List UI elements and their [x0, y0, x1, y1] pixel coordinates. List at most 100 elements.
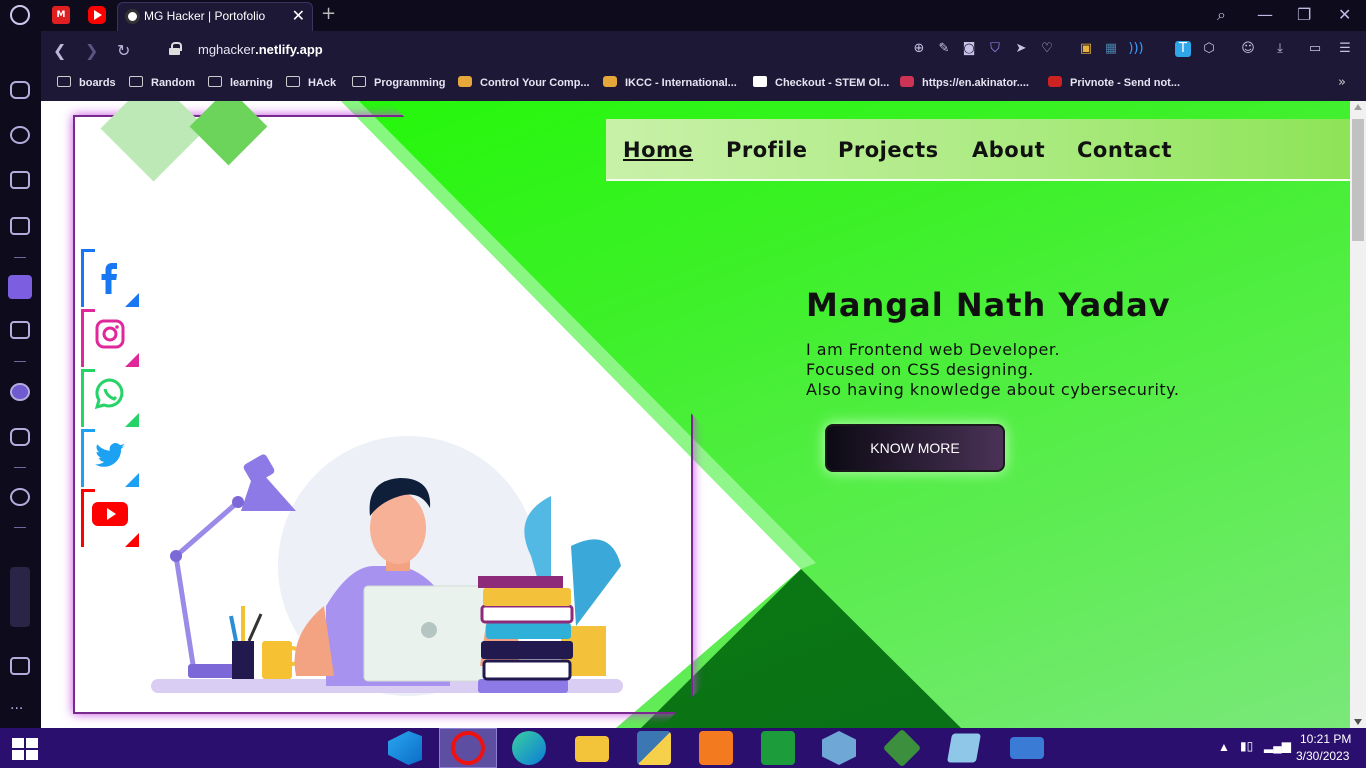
xampp-icon[interactable] — [699, 731, 733, 765]
reload-icon[interactable]: ↻ — [117, 41, 130, 60]
bookmark-item[interactable]: https://en.akinator.... — [900, 76, 1029, 89]
minimize-button[interactable]: — — [1257, 5, 1273, 24]
bookmark-item[interactable]: Control Your Comp... — [458, 76, 590, 89]
folder-icon — [286, 76, 300, 87]
settings-icon[interactable]: ☰ — [1337, 41, 1353, 57]
file-explorer-icon[interactable] — [575, 736, 609, 762]
webpage: Home Profile Projects About Contact Mang… — [41, 101, 1350, 728]
bookmark-item[interactable]: Checkout - STEM Ol... — [753, 76, 889, 89]
bag-icon[interactable] — [10, 171, 30, 189]
edge-icon[interactable] — [512, 731, 546, 765]
pinned-tab-mail[interactable]: M — [52, 6, 70, 24]
tab-title: MG Hacker | Portofolio — [144, 9, 266, 23]
extension-icon[interactable]: T — [1175, 41, 1191, 57]
extension-icon[interactable]: ▣ — [1078, 41, 1094, 57]
doc-icon — [753, 76, 767, 87]
bookmarks-bar: boards Random learning HAck Programming … — [41, 69, 1366, 101]
windows-start-icon[interactable] — [12, 738, 38, 760]
scroll-up-icon[interactable] — [1354, 104, 1362, 110]
extension-icon[interactable]: ))) — [1128, 41, 1144, 57]
vscode-icon[interactable] — [388, 731, 422, 765]
forward-icon[interactable]: ❯ — [85, 41, 98, 60]
messenger-icon[interactable] — [10, 383, 30, 401]
facebook-link[interactable] — [81, 249, 139, 307]
developer-illustration — [151, 436, 623, 696]
zoom-icon[interactable]: ⊕ — [911, 41, 927, 57]
tab-search-icon[interactable]: ⌕ — [1217, 5, 1226, 25]
close-window-button[interactable]: ✕ — [1338, 5, 1351, 24]
bookmark-item[interactable]: Privnote - Send not... — [1048, 76, 1180, 89]
nav-home[interactable]: Home — [623, 138, 693, 162]
speedometer-icon[interactable] — [10, 126, 30, 144]
vpn-icon[interactable]: ⛉ — [987, 41, 1003, 57]
sidebar-tools-group[interactable] — [10, 567, 30, 627]
bookmark-item[interactable]: Programming — [352, 76, 446, 89]
notepad-icon[interactable] — [947, 733, 981, 763]
scroll-thumb[interactable] — [1352, 119, 1364, 241]
back-icon[interactable]: ❮ — [53, 41, 66, 60]
player-icon[interactable] — [10, 488, 30, 506]
instagram-link[interactable] — [81, 309, 139, 367]
bookmark-item[interactable]: IKCC - International... — [603, 76, 737, 89]
gallery-icon[interactable] — [10, 657, 30, 675]
nav-about[interactable]: About — [972, 138, 1045, 162]
send-icon[interactable]: ➤ — [1013, 41, 1029, 57]
folder-icon — [129, 76, 143, 87]
bookmark-item[interactable]: learning — [208, 76, 273, 89]
tab-close-icon[interactable]: ✕ — [292, 6, 305, 25]
favicon — [1048, 76, 1062, 87]
new-tab-button[interactable]: + — [321, 3, 336, 24]
scroll-down-icon[interactable] — [1354, 719, 1362, 725]
home-icon[interactable] — [8, 275, 32, 299]
extension-icon[interactable]: ▦ — [1103, 41, 1119, 57]
lock-icon[interactable] — [169, 42, 182, 55]
hero-name: Mangal Nath Yadav — [806, 286, 1171, 324]
opera-sidebar: ··· — [0, 31, 41, 728]
heart-icon[interactable]: ♡ — [1039, 41, 1055, 57]
network-icon[interactable] — [1010, 737, 1044, 759]
twitter-link[interactable] — [81, 429, 139, 487]
gamepad-icon[interactable] — [10, 81, 30, 99]
clock-date[interactable]: 3/30/2023 — [1296, 749, 1349, 763]
nav-profile[interactable]: Profile — [726, 138, 807, 162]
python-icon[interactable] — [637, 731, 671, 765]
cube-icon[interactable]: ⬡ — [1201, 41, 1217, 57]
download-icon[interactable]: ⤓ — [1272, 41, 1288, 57]
bookmark-item[interactable]: HAck — [286, 76, 336, 89]
tab-active[interactable]: MG Hacker | Portofolio ✕ — [117, 2, 313, 31]
game-controller-icon[interactable] — [10, 321, 30, 339]
bookmark-item[interactable]: boards — [57, 76, 116, 89]
chip-icon[interactable] — [10, 217, 30, 235]
clock-time[interactable]: 10:21 PM — [1300, 732, 1351, 746]
youtube-link[interactable] — [81, 489, 139, 547]
camera-icon[interactable]: ◙ — [961, 41, 977, 57]
folder-icon — [208, 76, 222, 87]
opera-icon[interactable] — [451, 731, 485, 765]
know-more-button[interactable]: KNOW MORE — [825, 424, 1005, 472]
whatsapp-link[interactable] — [81, 369, 139, 427]
bookmark-item[interactable]: Random — [129, 76, 195, 89]
opera-menu-icon[interactable] — [10, 5, 30, 25]
wifi-icon[interactable]: ▂▄▆ — [1264, 739, 1291, 753]
hero-line: Focused on CSS designing. — [806, 360, 1034, 379]
bookmarks-more-button[interactable]: » — [1338, 75, 1346, 90]
git-icon[interactable] — [882, 728, 922, 768]
nav-contact[interactable]: Contact — [1077, 138, 1172, 162]
instagram-icon[interactable] — [10, 428, 30, 446]
virtualbox-icon[interactable] — [822, 731, 856, 765]
microsoft-store-icon[interactable] — [761, 731, 795, 765]
battery-icon[interactable]: ▭ — [1307, 41, 1323, 57]
nav-projects[interactable]: Projects — [838, 138, 939, 162]
tab-bar: M MG Hacker | Portofolio ✕ + ⌕ — ❐ ✕ — [0, 0, 1366, 31]
profile-icon[interactable]: ☺ — [1240, 41, 1256, 57]
pinned-tab-youtube[interactable] — [88, 6, 106, 24]
page-scrollbar[interactable] — [1350, 101, 1366, 728]
restore-button[interactable]: ❐ — [1297, 5, 1311, 24]
favicon — [603, 76, 617, 87]
edit-icon[interactable]: ✎ — [936, 41, 952, 57]
tray-expand-icon[interactable]: ▲ — [1218, 740, 1230, 754]
url-field[interactable]: mghacker.netlify.app — [198, 42, 323, 57]
more-icon[interactable]: ··· — [10, 701, 30, 719]
battery-tray-icon[interactable]: ▮▯ — [1240, 739, 1253, 753]
folder-icon — [352, 76, 366, 87]
